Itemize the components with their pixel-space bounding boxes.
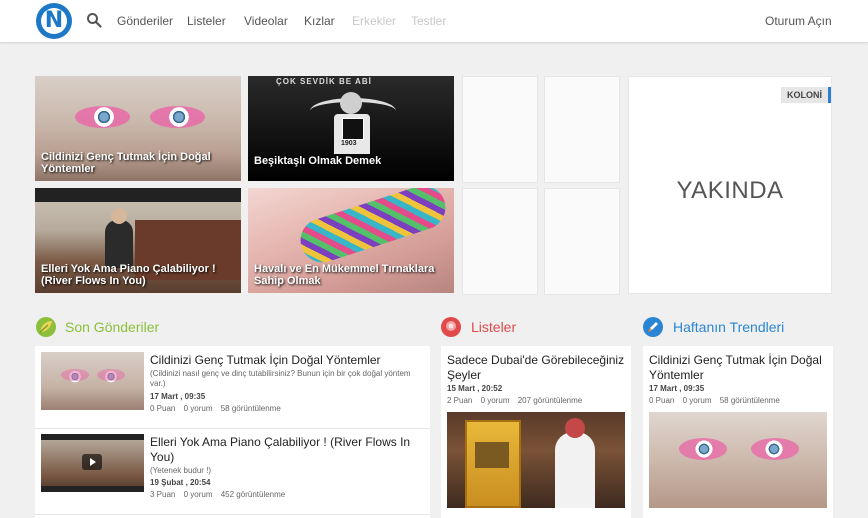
list-item-title[interactable]: Elleri Yok Ama Piano Çalabiliyor ! (Rive…	[150, 435, 420, 465]
divider	[35, 514, 430, 515]
tile-caption: Havalı ve En Mükemmel Tırnaklara Sahip O…	[254, 263, 435, 287]
section-title-trend[interactable]: Haftanın Trendleri	[673, 319, 784, 335]
makeup-shape	[61, 369, 89, 381]
leaf-icon	[36, 317, 56, 337]
headscarf-shape	[565, 418, 585, 438]
koloni-badge[interactable]: KOLONİ	[781, 87, 831, 103]
login-link[interactable]: Oturum Açın	[765, 14, 832, 28]
top-navbar: N Gönderiler Listeler Videolar Kızlar Er…	[0, 0, 868, 43]
list-item-title[interactable]: Cildinizi Genç Tutmak İçin Doğal Yönteml…	[649, 353, 829, 383]
views-count: 452 görüntülenme	[220, 490, 286, 499]
comments-count[interactable]: 0 yorum	[683, 396, 712, 405]
placeholder-tile	[462, 76, 538, 183]
tile-caption: Cildinizi Genç Tutmak İçin Doğal Yönteml…	[41, 151, 211, 175]
year-text: 1903	[341, 140, 357, 147]
section-title-listeler[interactable]: Listeler	[471, 319, 516, 335]
list-item-date: 17 Mart , 09:35	[150, 392, 206, 401]
list-item-title[interactable]: Sadece Dubai'de Görebileceğiniz Şeyler	[447, 353, 627, 383]
list-item-stats: 3 Puan 0 yorum 452 görüntülenme	[150, 490, 291, 499]
gold-machine-shape	[465, 420, 521, 508]
placeholder-tile	[544, 188, 620, 295]
points-count: 3 Puan	[150, 490, 176, 499]
section-title-son[interactable]: Son Gönderiler	[65, 319, 159, 335]
glitter-nails-shape	[294, 188, 452, 269]
person-shape	[555, 432, 595, 508]
pianist-shape	[105, 220, 133, 268]
pianist-head-shape	[111, 208, 127, 224]
site-logo[interactable]: N	[36, 3, 72, 39]
list-item-stats: 0 Puan 0 yorum 58 görüntülenme	[150, 404, 287, 413]
thumb-skin[interactable]	[41, 352, 144, 410]
trend-card: Cildinizi Genç Tutmak İçin Doğal Yönteml…	[643, 346, 833, 518]
screen-shape	[475, 442, 509, 468]
thumb-skin-trend[interactable]	[649, 412, 827, 508]
tile-caption: Elleri Yok Ama Piano Çalabiliyor ! (Rive…	[41, 263, 216, 287]
comments-count[interactable]: 0 yorum	[184, 404, 213, 413]
eye-shape	[759, 440, 789, 458]
eye-shape	[162, 106, 196, 128]
views-count: 207 görüntülenme	[517, 396, 583, 405]
list-item-stats: 2 Puan 0 yorum 207 görüntülenme	[447, 396, 588, 405]
nav-videolar[interactable]: Videolar	[244, 14, 288, 28]
makeup-shape	[97, 369, 125, 381]
video-bar	[41, 434, 144, 440]
featured-tile-nails[interactable]: Havalı ve En Mükemmel Tırnaklara Sahip O…	[248, 188, 454, 293]
placeholder-tile	[462, 188, 538, 295]
list-item-date: 19 Şubat , 20:54	[150, 478, 211, 487]
list-item-summary: (Cildinizi nasıl genç ve dinç tutabilirs…	[150, 369, 411, 388]
featured-tile-skin[interactable]: Cildinizi Genç Tutmak İçin Doğal Yönteml…	[35, 76, 241, 181]
video-bar	[41, 486, 144, 492]
list-item-stats: 0 Puan 0 yorum 58 görüntülenme	[649, 396, 786, 405]
points-count: 2 Puan	[447, 396, 473, 405]
featured-tile-piano[interactable]: Elleri Yok Ama Piano Çalabiliyor ! (Rive…	[35, 188, 241, 293]
points-count: 0 Puan	[649, 396, 675, 405]
search-icon[interactable]	[86, 12, 102, 28]
nav-listeler[interactable]: Listeler	[187, 14, 226, 28]
views-count: 58 görüntülenme	[220, 404, 281, 413]
list-item-date: 15 Mart , 20:52	[447, 384, 503, 393]
lollipop-icon	[441, 317, 461, 337]
thumb-piano[interactable]	[41, 434, 144, 492]
list-item-date: 17 Mart , 09:35	[649, 384, 705, 393]
eye-shape	[87, 106, 121, 128]
head-shape	[340, 92, 362, 114]
nav-testler[interactable]: Testler	[411, 14, 446, 28]
son-gonderiler-list: Cildinizi Genç Tutmak İçin Doğal Yönteml…	[35, 346, 430, 518]
nav-erkekler[interactable]: Erkekler	[352, 14, 396, 28]
divider	[35, 428, 430, 429]
comments-count[interactable]: 0 yorum	[481, 396, 510, 405]
points-count: 0 Puan	[150, 404, 176, 413]
play-icon[interactable]	[82, 454, 102, 470]
coming-soon-text: YAKINDA	[676, 177, 784, 204]
views-count: 58 görüntülenme	[719, 396, 780, 405]
list-item-summary: (Yetenek budur !)	[150, 466, 212, 475]
nav-gonderiler[interactable]: Gönderiler	[117, 14, 173, 28]
banner-text: ÇOK SEVDİK BE ABİ	[276, 77, 372, 86]
logo-letter: N	[41, 8, 67, 34]
tile-caption: Beşiktaşlı Olmak Demek	[254, 155, 382, 167]
crest-shape	[342, 118, 364, 140]
placeholder-tile	[544, 76, 620, 183]
video-bar	[35, 188, 241, 202]
nav-kizlar[interactable]: Kızlar	[304, 14, 335, 28]
list-item-title[interactable]: Cildinizi Genç Tutmak İçin Doğal Yönteml…	[150, 353, 420, 368]
eye-shape	[689, 440, 719, 458]
thumb-dubai[interactable]	[447, 412, 625, 508]
koloni-panel: KOLONİ YAKINDA	[628, 76, 832, 294]
listeler-card: Sadece Dubai'de Görebileceğiniz Şeyler 1…	[441, 346, 631, 518]
comments-count[interactable]: 0 yorum	[184, 490, 213, 499]
featured-tile-besiktas[interactable]: ÇOK SEVDİK BE ABİ 1903 Beşiktaşlı Olmak …	[248, 76, 454, 181]
rocket-icon	[643, 317, 663, 337]
